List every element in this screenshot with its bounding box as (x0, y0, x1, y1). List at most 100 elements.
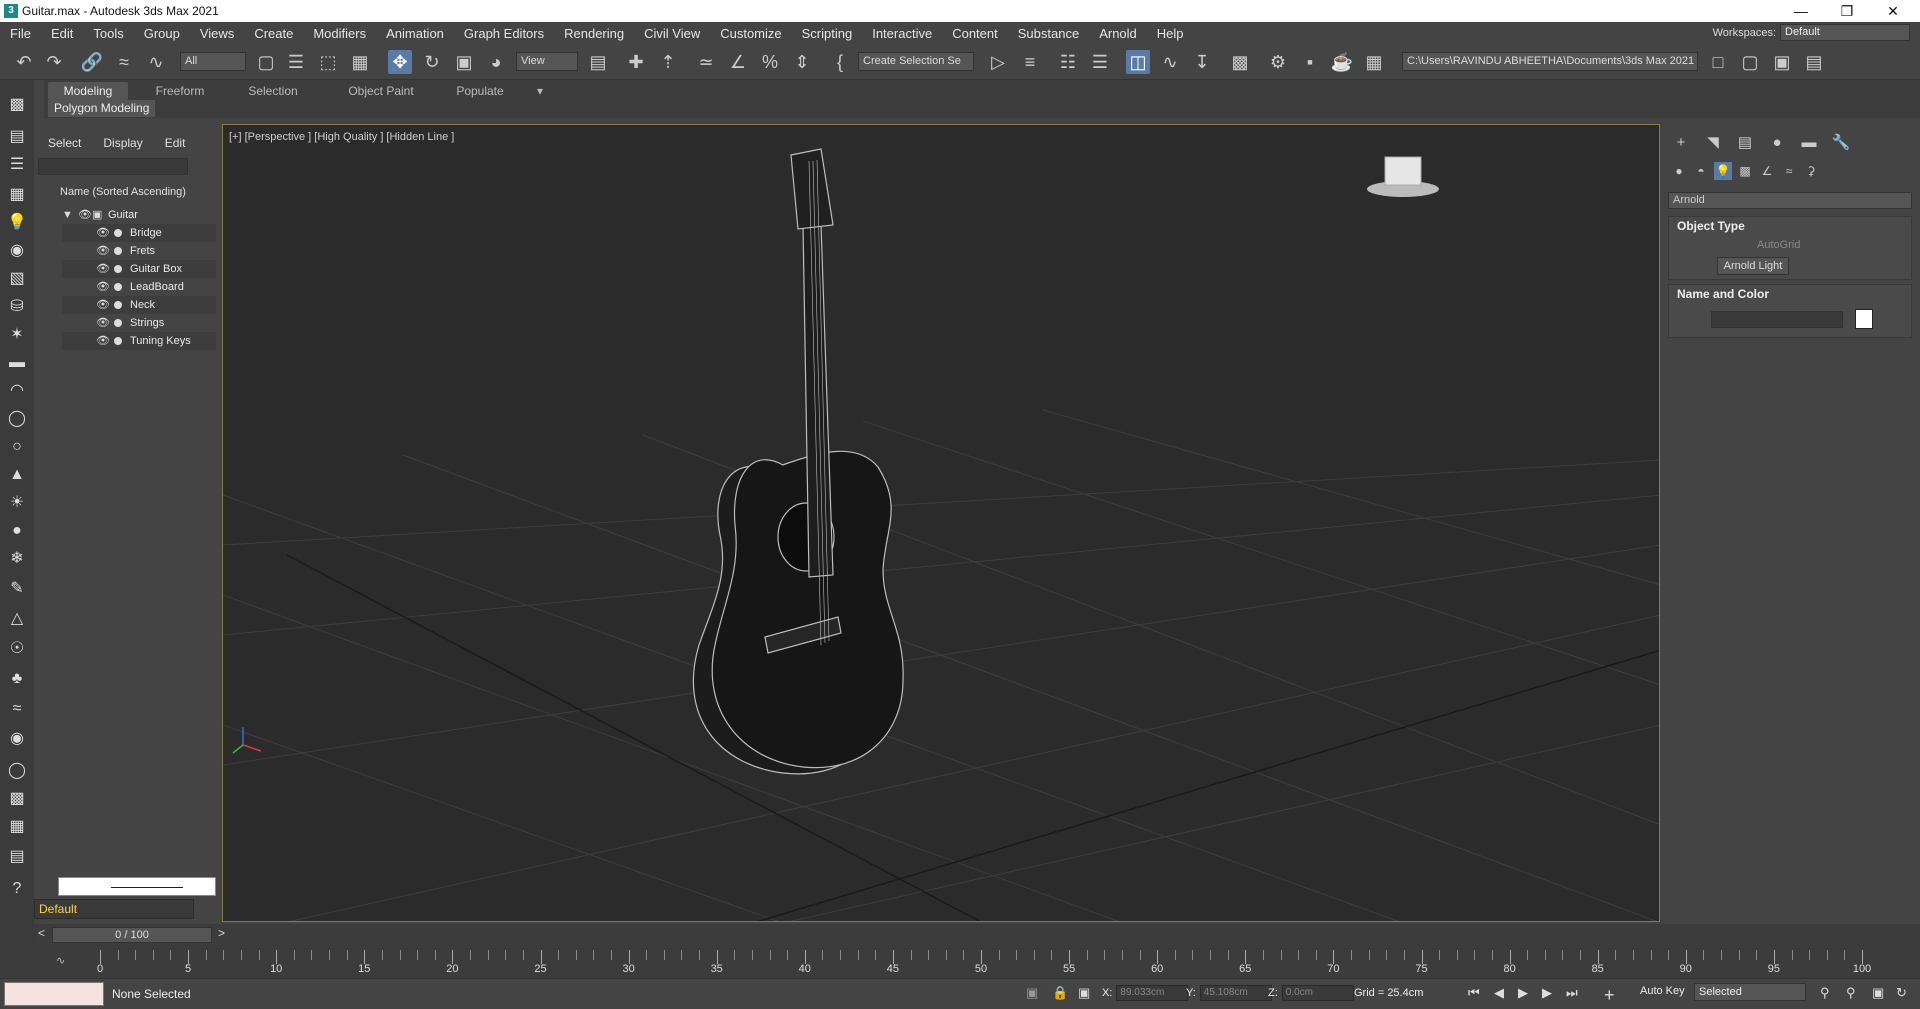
zoom-all-icon[interactable]: ⚲ (1846, 985, 1856, 1001)
geometry-icon[interactable]: ● (1670, 162, 1688, 180)
shape-icon[interactable]: △ (6, 608, 28, 630)
redo-icon[interactable]: ↷ (42, 50, 66, 74)
curve-toggle-icon[interactable]: ∿ (56, 954, 65, 967)
spinner-snap-icon[interactable]: ⇕ (790, 50, 814, 74)
play-icon[interactable]: ▶ (1518, 985, 1528, 1001)
lights-icon[interactable]: 💡 (6, 212, 28, 234)
modifiers-icon[interactable]: ▧ (6, 268, 28, 290)
plant-icon[interactable]: ♣ (6, 668, 28, 690)
open-scene-icon[interactable]: ▣ (1770, 50, 1794, 74)
render-shortcut-icon[interactable]: ▦ (1362, 50, 1386, 74)
menu-civil-view[interactable]: Civil View (634, 26, 710, 41)
render-setup-icon[interactable]: ⚙ (1266, 50, 1290, 74)
layer-icon[interactable]: ▤ (6, 126, 28, 148)
modify-panel-icon[interactable]: ◥ (1702, 132, 1724, 154)
container-icon[interactable]: ◉ (6, 728, 28, 750)
link-icon[interactable]: 🔗 (80, 50, 104, 74)
layer-dropdown[interactable]: Default (34, 899, 194, 919)
placement-icon[interactable]: ◕ (484, 50, 508, 74)
menu-content[interactable]: Content (942, 26, 1008, 41)
save-icon[interactable]: ▤ (6, 846, 28, 868)
menu-animation[interactable]: Animation (376, 26, 454, 41)
x-coord-field[interactable]: 89.033cm (1116, 985, 1189, 1001)
undo-icon[interactable]: ↶ (12, 50, 36, 74)
hierarchy-panel-icon[interactable]: ▤ (1734, 132, 1756, 154)
zoom-extents-icon[interactable]: ▣ (1872, 985, 1884, 1001)
menu-customize[interactable]: Customize (710, 26, 791, 41)
time-slider[interactable]: 0 / 100 (52, 927, 212, 943)
align-icon[interactable]: ≡ (1018, 50, 1042, 74)
scene-explorer-toggle-icon[interactable]: ☷ (1056, 50, 1080, 74)
next-key-icon[interactable]: ▶ (1542, 985, 1552, 1001)
prev-key-icon[interactable]: ◀ (1494, 985, 1504, 1001)
go-to-start-icon[interactable]: ⏮ (1468, 985, 1480, 1001)
select-object-icon[interactable]: ▢ (254, 50, 278, 74)
rendered-frame-icon[interactable]: ▪ (1298, 50, 1322, 74)
y-coord-field[interactable]: 45.108cm (1199, 985, 1272, 1001)
create-panel-icon[interactable]: + (1670, 132, 1692, 154)
arnold-light-button[interactable]: Arnold Light (1717, 257, 1789, 275)
menu-scripting[interactable]: Scripting (792, 26, 863, 41)
viewport-layout-icon[interactable]: ▩ (6, 94, 28, 116)
perspective-viewport[interactable]: [+] [Perspective ] [High Quality ] [Hidd… (222, 124, 1660, 922)
scene-tab-edit[interactable]: Edit (165, 136, 186, 150)
particles-icon[interactable]: ✶ (6, 324, 28, 346)
window-crossing-icon[interactable]: ▦ (348, 50, 372, 74)
object-name-field[interactable] (1711, 311, 1843, 328)
auto-key-button[interactable]: Auto Key (1640, 985, 1685, 997)
layer-explorer-icon[interactable]: ☰ (1088, 50, 1112, 74)
object-category-dropdown[interactable]: Arnold (1668, 192, 1912, 209)
display-panel-icon[interactable]: ▬ (1798, 132, 1820, 154)
prev-frame-icon[interactable]: < (38, 926, 45, 940)
utilities-panel-icon[interactable]: 🔧 (1830, 132, 1852, 154)
go-to-end-icon[interactable]: ⏭ (1566, 985, 1578, 1001)
help-icon[interactable]: ? (6, 878, 28, 900)
tree-row-guitar[interactable]: ▼ 👁 ▣ Guitar (62, 206, 216, 224)
hair-icon[interactable]: ≈ (6, 698, 28, 720)
tree-row-leadboard[interactable]: 👁 LeadBoard (62, 278, 216, 296)
workspaces-dropdown[interactable]: Default (1780, 24, 1910, 41)
snow-icon[interactable]: ❄ (6, 548, 28, 570)
tree-row-bridge[interactable]: 👁 Bridge (62, 224, 216, 242)
tree-row-frets[interactable]: 👁 Frets (62, 242, 216, 260)
material-editor-icon[interactable]: ▩ (1228, 50, 1252, 74)
track-bar[interactable]: ∿ 0 5 10 15 20 25 30 35 40 45 50 55 60 65 70 75 80 85 90 95… (0, 946, 1920, 978)
visibility-eye-icon[interactable]: 👁 (96, 296, 110, 314)
name-column-header[interactable]: Name (Sorted Ascending) (60, 186, 186, 198)
keyboard-shortcut-icon[interactable]: ⇡ (656, 50, 680, 74)
menu-tools[interactable]: Tools (83, 26, 133, 41)
ref-coord-dropdown[interactable]: View (516, 52, 578, 71)
motion-panel-icon[interactable]: ● (1766, 132, 1788, 154)
restore-icon[interactable]: ❐ (1824, 0, 1870, 22)
explore-sphere-icon[interactable]: ◯ (6, 760, 28, 782)
ribbon-tab-selection[interactable]: Selection (234, 82, 312, 100)
menu-create[interactable]: Create (244, 26, 303, 41)
scene-tab-display[interactable]: Display (103, 136, 142, 150)
torus-icon[interactable]: ○ (6, 436, 28, 458)
scale-icon[interactable]: ▣ (452, 50, 476, 74)
viewport-label[interactable]: [+] [Perspective ] [High Quality ] [Hidd… (229, 131, 454, 143)
cameras-tab-icon[interactable]: ▩ (1736, 162, 1754, 180)
cameras-icon[interactable]: ⛁ (6, 296, 28, 318)
rotate-icon[interactable]: ↻ (420, 50, 444, 74)
z-coord-field[interactable]: 0.0cm (1281, 985, 1354, 1001)
mirror-icon[interactable]: ▷ (986, 50, 1010, 74)
ribbon-options-icon[interactable]: ▾ (520, 82, 560, 100)
set-key-icon[interactable]: + (1604, 985, 1615, 1006)
space-warps-icon[interactable]: ≈ (1780, 162, 1798, 180)
unlink-icon[interactable]: ≈ (112, 50, 136, 74)
tree-row-guitar-box[interactable]: 👁 Guitar Box (62, 260, 216, 278)
menu-modifiers[interactable]: Modifiers (303, 26, 376, 41)
menu-substance[interactable]: Substance (1008, 26, 1089, 41)
pivot-center-icon[interactable]: ▤ (586, 50, 610, 74)
angle-snap-icon[interactable]: ∠ (726, 50, 750, 74)
zoom-icon[interactable]: ⚲ (1820, 985, 1830, 1001)
ribbon-tab-object-paint[interactable]: Object Paint (330, 82, 432, 100)
output-icon[interactable]: ▦ (6, 816, 28, 838)
move-icon[interactable]: ✥ (388, 50, 412, 74)
sphere-icon[interactable]: ◯ (6, 408, 28, 430)
visibility-eye-icon[interactable]: 👁 (96, 260, 110, 278)
ribbon-tab-modeling[interactable]: Modeling (48, 82, 128, 100)
next-frame-icon[interactable]: > (218, 926, 225, 940)
tree-row-strings[interactable]: 👁 Strings (62, 314, 216, 332)
